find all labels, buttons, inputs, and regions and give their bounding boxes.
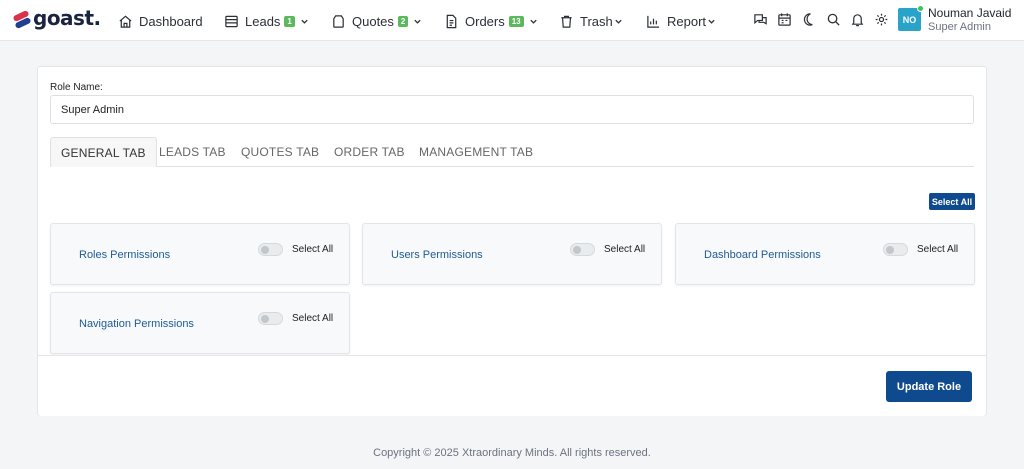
nav-dashboard-label: Dashboard — [139, 13, 203, 29]
leads-count-badge: 1 — [284, 15, 295, 27]
permission-tabs: GENERAL TAB LEADS TAB QUOTES TAB ORDER T… — [50, 137, 974, 167]
layers-icon — [225, 15, 238, 27]
home-icon — [119, 15, 132, 28]
nav-report[interactable]: Report — [646, 12, 716, 30]
toggle-knob — [886, 246, 894, 254]
permission-title[interactable]: Navigation Permissions — [79, 318, 194, 330]
chart-icon — [647, 15, 660, 28]
select-all-button[interactable]: Select All — [929, 193, 975, 210]
chevron-down-icon — [529, 19, 537, 24]
trash-icon — [561, 15, 572, 28]
nav-orders[interactable]: Orders 13 — [444, 12, 538, 30]
orders-count-badge: 13 — [508, 15, 524, 27]
role-name-input[interactable] — [50, 95, 974, 124]
dashboard-permissions-box: Dashboard Permissions Select All — [675, 223, 975, 285]
toggle-knob — [261, 246, 269, 254]
gear-icon[interactable] — [874, 12, 889, 27]
chat-icon[interactable] — [753, 12, 768, 27]
nav-dashboard[interactable]: Dashboard — [118, 12, 203, 30]
top-navbar: goast. Dashboard Leads 1 Quotes 2 Orders… — [0, 0, 1024, 41]
calendar-icon[interactable] — [777, 12, 792, 27]
brand-logo[interactable]: goast. — [12, 6, 101, 30]
nav-orders-label: Orders — [465, 13, 505, 29]
nav-quotes[interactable]: Quotes 2 — [331, 12, 422, 30]
role-name-label: Role Name: — [50, 82, 103, 93]
select-all-label: Select All — [292, 313, 334, 324]
chevron-down-icon — [708, 19, 715, 24]
tab-order[interactable]: ORDER TAB — [324, 137, 415, 167]
select-all-label: Select All — [917, 244, 959, 255]
select-all-label: Select All — [292, 244, 334, 255]
copyright-text: Copyright © 2025 Xtraordinary Minds. All… — [373, 447, 651, 459]
user-name[interactable]: Nouman Javaid — [928, 6, 1011, 20]
permission-title[interactable]: Dashboard Permissions — [704, 249, 821, 261]
receipt-icon — [446, 14, 457, 28]
tab-management[interactable]: MANAGEMENT TAB — [409, 137, 543, 167]
select-all-toggle[interactable] — [570, 243, 595, 256]
select-all-toggle[interactable] — [258, 312, 283, 325]
tab-general[interactable]: GENERAL TAB — [50, 137, 157, 167]
navigation-permissions-box: Navigation Permissions Select All — [50, 292, 350, 354]
brand-name: goast. — [33, 6, 101, 30]
users-permissions-box: Users Permissions Select All — [362, 223, 662, 285]
avatar-initials: NO — [902, 14, 917, 25]
chevron-down-icon — [301, 19, 308, 24]
search-icon[interactable] — [826, 12, 841, 27]
quotes-count-badge: 2 — [397, 15, 409, 27]
nav-quotes-label: Quotes — [352, 13, 394, 29]
avatar[interactable]: NO — [898, 5, 924, 31]
user-role: Super Admin — [928, 21, 991, 33]
select-all-toggle[interactable] — [883, 243, 908, 256]
select-all-label: Select All — [604, 244, 646, 255]
toggle-knob — [261, 315, 269, 323]
nav-leads-label: Leads — [245, 13, 281, 29]
nav-trash-label: Trash — [580, 13, 613, 29]
update-role-button[interactable]: Update Role — [886, 371, 972, 402]
role-edit-card: Role Name: GENERAL TAB LEADS TAB QUOTES … — [37, 66, 987, 416]
roles-permissions-box: Roles Permissions Select All — [50, 223, 350, 285]
chevron-down-icon — [615, 19, 622, 24]
moon-icon[interactable] — [802, 12, 817, 27]
tag-icon — [333, 14, 344, 28]
nav-trash[interactable]: Trash — [559, 12, 623, 30]
chevron-down-icon — [414, 19, 422, 24]
permission-title[interactable]: Roles Permissions — [79, 249, 170, 261]
logo-icon — [12, 7, 32, 30]
select-all-toggle[interactable] — [258, 243, 283, 256]
tab-leads[interactable]: LEADS TAB — [149, 137, 236, 167]
bell-icon[interactable] — [850, 12, 865, 27]
permission-title[interactable]: Users Permissions — [391, 249, 483, 261]
card-footer: Update Role — [38, 355, 986, 416]
online-status-dot — [917, 5, 924, 12]
nav-leads[interactable]: Leads 1 — [224, 12, 309, 30]
tab-quotes[interactable]: QUOTES TAB — [231, 137, 329, 167]
toggle-knob — [573, 246, 581, 254]
nav-report-label: Report — [667, 13, 707, 29]
